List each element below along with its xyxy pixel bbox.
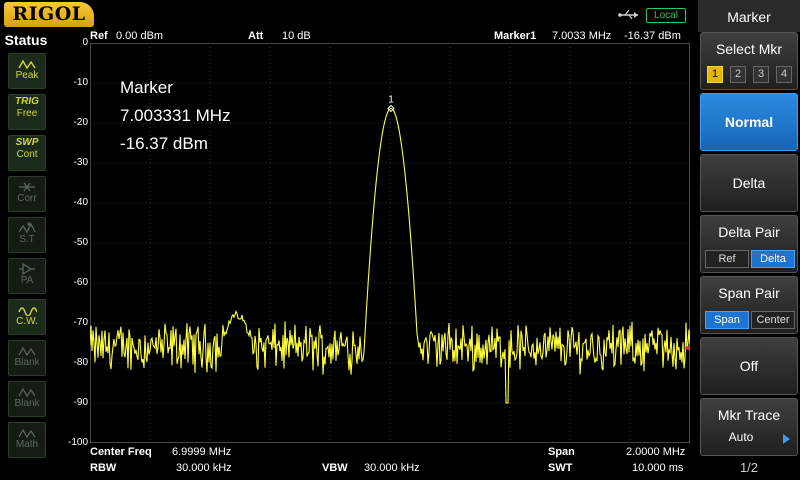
top-bar: RIGOL Local bbox=[0, 0, 696, 30]
att-value: 10 dB bbox=[282, 30, 311, 42]
blank-icon bbox=[9, 382, 45, 398]
y-tick-label: -90 bbox=[73, 397, 88, 408]
status-item-label: Free bbox=[16, 108, 38, 119]
mkr-trace-label: Mkr Trace bbox=[717, 407, 781, 423]
display-header: Ref 0.00 dBm Att 10 dB Marker1 7.0033 MH… bbox=[52, 30, 698, 43]
y-tick-label: -30 bbox=[73, 157, 88, 168]
marker-readout-title: Marker bbox=[120, 78, 173, 97]
status-item-label: Blank bbox=[14, 398, 40, 409]
marker-1-tag: 1 bbox=[388, 94, 394, 105]
blank-icon bbox=[9, 341, 45, 357]
att-label: Att bbox=[248, 30, 264, 42]
display-footer: Center Freq 6.9999 MHz Span 2.0000 MHz R… bbox=[52, 444, 698, 480]
pa-icon bbox=[9, 259, 45, 276]
status-item-label: PA bbox=[20, 275, 34, 286]
span-label: Span bbox=[548, 446, 575, 458]
status-st-indicator: S.T bbox=[8, 217, 46, 253]
y-tick-label: -70 bbox=[73, 317, 88, 328]
rbw-value: 30.000 kHz bbox=[176, 462, 232, 474]
y-tick-label: 0 bbox=[82, 37, 88, 48]
rigol-logo: RIGOL bbox=[4, 2, 94, 27]
submenu-arrow-icon bbox=[783, 434, 790, 444]
swt-label: SWT bbox=[548, 462, 573, 474]
status-blank-indicator: Blank bbox=[8, 340, 46, 376]
y-tick-label: -50 bbox=[73, 237, 88, 248]
status-corr-indicator: Corr bbox=[8, 176, 46, 212]
marker1-freq: 7.0033 MHz bbox=[552, 30, 612, 42]
y-tick-label: -60 bbox=[73, 277, 88, 288]
status-item-label: Cont bbox=[16, 149, 38, 160]
y-tick-label: -10 bbox=[73, 77, 88, 88]
marker1-label: Marker1 bbox=[494, 30, 537, 42]
status-blank-indicator: Blank bbox=[8, 381, 46, 417]
delta-pair-ref-option[interactable]: Ref bbox=[705, 250, 749, 268]
center-freq-value: 6.9999 MHz bbox=[172, 446, 232, 458]
status-peak-indicator: Peak bbox=[8, 53, 46, 89]
vbw-label: VBW bbox=[322, 462, 348, 474]
marker-readout-level: -16.37 dBm bbox=[120, 134, 208, 153]
rbw-label: RBW bbox=[90, 462, 117, 474]
ref-value: 0.00 dBm bbox=[116, 30, 164, 42]
peak-icon bbox=[9, 54, 45, 70]
delta-label: Delta bbox=[732, 175, 766, 191]
status-item-label: Corr bbox=[17, 193, 37, 204]
status-free-indicator: TRIG Free bbox=[8, 94, 46, 130]
status-pa-indicator: PA bbox=[8, 258, 46, 294]
corr-icon bbox=[9, 177, 45, 193]
status-cont-indicator: SWP Cont bbox=[8, 135, 46, 171]
status-item-title: SWP bbox=[15, 137, 39, 148]
marker-select-2[interactable]: 2 bbox=[730, 66, 746, 83]
delta-pair-softkey[interactable]: Delta Pair Ref Delta bbox=[700, 215, 798, 273]
status-math-indicator: Math bbox=[8, 422, 46, 458]
status-item-label: C.W. bbox=[16, 316, 38, 327]
marker-select-1[interactable]: 1 bbox=[707, 66, 723, 83]
status-item-title: TRIG bbox=[15, 96, 39, 107]
marker-select-4[interactable]: 4 bbox=[776, 66, 792, 83]
cw-icon bbox=[9, 300, 45, 317]
marker-select-3[interactable]: 3 bbox=[753, 66, 769, 83]
status-item-label: Math bbox=[15, 439, 39, 450]
swt-value: 10.000 ms bbox=[632, 462, 684, 474]
center-freq-label: Center Freq bbox=[90, 446, 152, 458]
marker1-level: -16.37 dBm bbox=[624, 30, 681, 42]
mkr-trace-softkey[interactable]: Mkr Trace Auto bbox=[700, 398, 798, 456]
softkey-menu: Marker Select Mkr 1 2 3 4 Normal Delta D… bbox=[698, 0, 800, 480]
off-label: Off bbox=[739, 358, 759, 374]
math-icon bbox=[9, 423, 45, 439]
status-title: Status bbox=[4, 32, 48, 48]
y-tick-label: -20 bbox=[73, 117, 88, 128]
delta-softkey[interactable]: Delta bbox=[700, 154, 798, 212]
delta-pair-label: Delta Pair bbox=[718, 224, 780, 240]
select-mkr-softkey[interactable]: Select Mkr 1 2 3 4 bbox=[700, 32, 798, 90]
span-pair-softkey[interactable]: Span Pair Span Center bbox=[700, 276, 798, 334]
ref-label: Ref bbox=[90, 30, 108, 42]
span-pair-label: Span Pair bbox=[718, 285, 780, 301]
usb-icon bbox=[618, 9, 638, 20]
select-mkr-label: Select Mkr bbox=[715, 41, 783, 57]
status-cw-indicator: C.W. bbox=[8, 299, 46, 335]
y-tick-label: -40 bbox=[73, 197, 88, 208]
menu-title: Marker bbox=[698, 0, 800, 32]
marker-readout: Marker 7.003331 MHz -16.37 dBm bbox=[120, 74, 231, 158]
span-pair-center-option[interactable]: Center bbox=[751, 311, 795, 329]
span-value: 2.0000 MHz bbox=[626, 446, 686, 458]
normal-softkey[interactable]: Normal bbox=[700, 93, 798, 151]
local-status-badge: Local bbox=[646, 8, 686, 23]
st-icon bbox=[9, 218, 45, 234]
status-item-label: Blank bbox=[14, 357, 40, 368]
menu-page-indicator: 1/2 bbox=[739, 460, 759, 475]
status-panel: Status Peak TRIG Free SWP Cont Corr S.T PA C.W. B… bbox=[0, 30, 52, 480]
off-softkey[interactable]: Off bbox=[700, 337, 798, 395]
status-item-label: Peak bbox=[15, 70, 39, 81]
vbw-value: 30.000 kHz bbox=[364, 462, 420, 474]
y-tick-label: -80 bbox=[73, 357, 88, 368]
marker-readout-freq: 7.003331 MHz bbox=[120, 106, 231, 125]
normal-label: Normal bbox=[724, 114, 774, 130]
mkr-trace-value: Auto bbox=[728, 430, 754, 444]
status-item-label: S.T bbox=[19, 234, 35, 245]
spectrum-display: Ref 0.00 dBm Att 10 dB Marker1 7.0033 MH… bbox=[52, 30, 698, 480]
span-pair-span-option[interactable]: Span bbox=[705, 311, 749, 329]
delta-pair-delta-option[interactable]: Delta bbox=[751, 250, 795, 268]
